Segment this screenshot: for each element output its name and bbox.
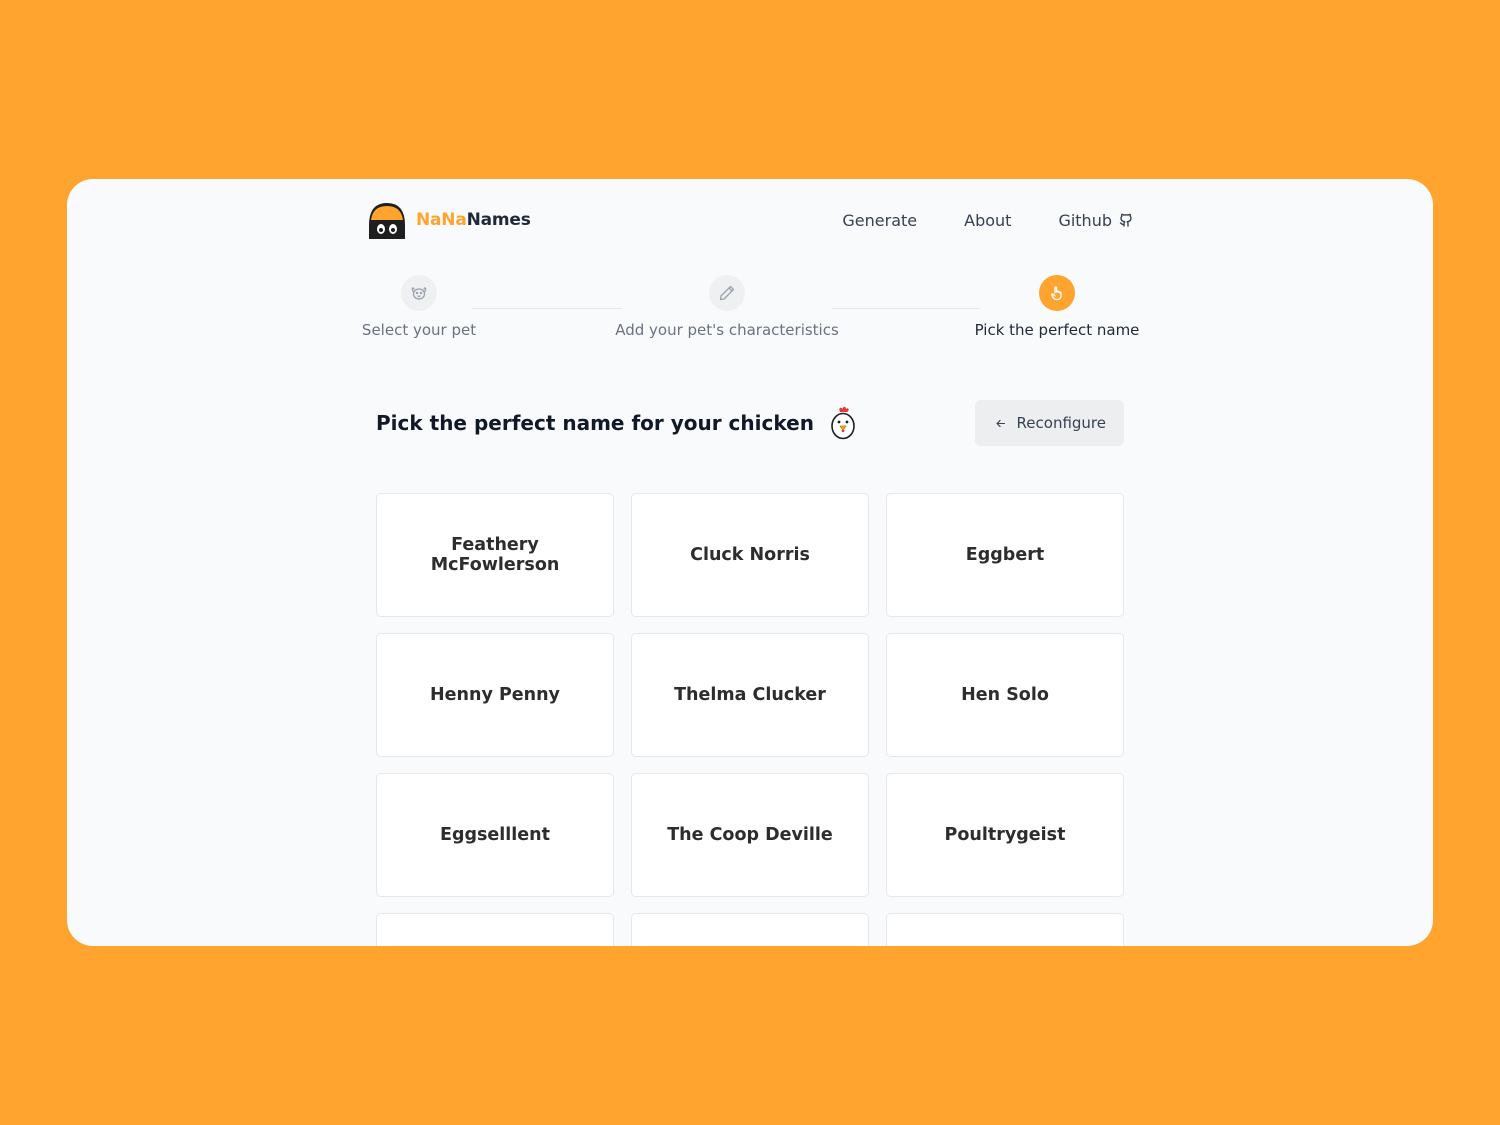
names-grid: Feathery McFowlerson Cluck Norris Eggber… [376,493,1124,946]
pet-icon [411,287,427,300]
step-connector [832,308,980,309]
name-card[interactable]: Eggbert [886,493,1124,617]
name-card-label: Henny Penny [430,685,560,705]
brand-name-part2: Names [466,210,531,230]
name-card[interactable]: Poultrygeist [886,773,1124,897]
name-card[interactable]: Eggselllent [376,773,614,897]
name-card-label: The Coop Deville [667,825,833,845]
brand-name: NaNaNames [416,210,531,230]
nav-about[interactable]: About [964,211,1011,230]
step-select-pet[interactable]: Select your pet [362,275,476,339]
step-label: Add your pet's characteristics [615,321,839,339]
top-nav: Generate About Github [842,199,1134,241]
reconfigure-label: Reconfigure [1016,414,1106,432]
name-card-label: Poultrygeist [944,825,1066,845]
name-card-label: Eggbert [965,545,1045,565]
pointer-hand-icon [1051,286,1062,301]
name-card[interactable]: Cluck Norris [631,493,869,617]
page-content: NaNaNames Generate About Github Select y… [362,179,1139,946]
app-window: NaNaNames Generate About Github Select y… [67,179,1433,946]
arrow-left-icon [996,419,1006,427]
name-card[interactable]: Hen Solo [886,633,1124,757]
step-connector [472,308,622,309]
name-card-label: Cluck Norris [690,545,810,565]
step-circle [1039,275,1075,311]
name-card-label: Thelma Clucker [674,685,826,705]
nav-generate[interactable]: Generate [842,211,917,230]
chicken-icon [831,406,855,440]
nav-about-label: About [964,210,1012,230]
title-row: Pick the perfect name for your chicken R… [376,400,1124,446]
header: NaNaNames Generate About Github [366,199,1134,241]
name-card[interactable]: Henny Penny [376,633,614,757]
name-card-label: Hen Solo [961,685,1049,705]
name-card-label: Feathery McFowlerson [430,535,560,575]
step-pick-name[interactable]: Pick the perfect name [975,275,1139,339]
page-title-wrap: Pick the perfect name for your chicken [376,400,858,446]
github-icon [1119,213,1132,227]
step-characteristics[interactable]: Add your pet's characteristics [615,275,839,339]
name-card[interactable] [631,913,869,946]
name-card-label: Eggselllent [440,825,550,845]
progress-stepper: Select your pet Add your pet's character… [362,275,1139,345]
step-label: Select your pet [361,321,477,339]
name-card[interactable] [376,913,614,946]
reconfigure-button[interactable]: Reconfigure [975,400,1124,446]
name-card[interactable]: The Coop Deville [631,773,869,897]
brand-name-part1: NaNa [416,210,467,230]
logo[interactable]: NaNaNames [366,199,531,241]
nav-github-label: Github [1058,210,1112,230]
step-label: Pick the perfect name [974,321,1140,339]
pencil-icon [719,285,735,301]
step-circle [709,275,745,311]
page-title: Pick the perfect name for your chicken [376,411,814,435]
name-card[interactable]: Feathery McFowlerson [376,493,614,617]
name-card[interactable]: Thelma Clucker [631,633,869,757]
nav-generate-label: Generate [842,210,918,230]
logo-icon [369,203,405,239]
name-card[interactable] [886,913,1124,946]
nav-github[interactable]: Github [1058,211,1134,230]
step-circle [401,275,437,311]
